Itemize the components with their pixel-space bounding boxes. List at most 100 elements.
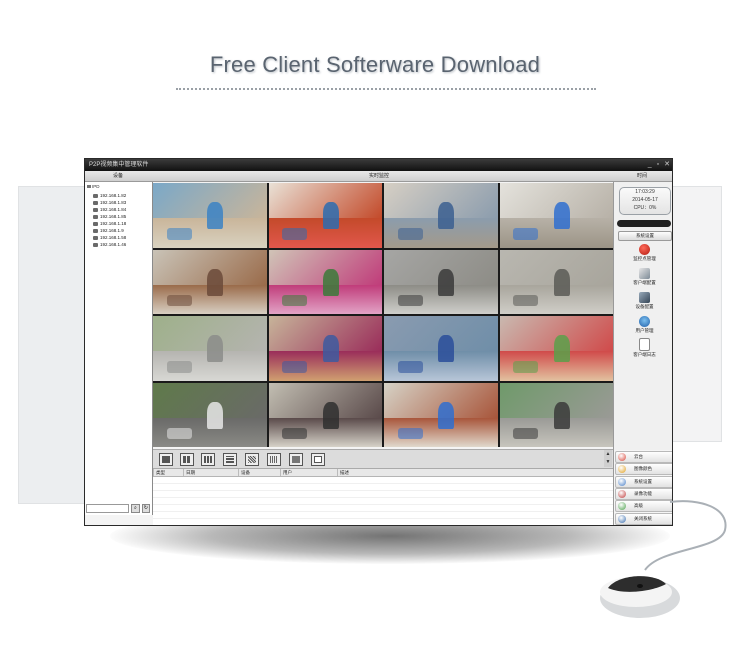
- client-config-icon: [639, 268, 650, 279]
- log-row: [153, 477, 613, 484]
- layout-25-button[interactable]: [267, 453, 281, 466]
- maximize-button[interactable]: ▫: [657, 159, 659, 171]
- layout-4-button[interactable]: [180, 453, 194, 466]
- status-bar: [617, 220, 671, 227]
- scroll-down-icon[interactable]: ▼: [604, 458, 612, 466]
- monitor-point-icon: [639, 244, 650, 255]
- tree-device-item[interactable]: 192.168.1.83: [93, 199, 126, 206]
- log-file-icon: [639, 338, 650, 351]
- tree-device-label: 192.168.1.84: [100, 207, 127, 212]
- monitor-points-label: 监控点管理: [633, 256, 656, 261]
- camera-icon: [93, 236, 98, 240]
- ptz-icon: [618, 453, 626, 461]
- tree-device-label: 192.168.1.9: [100, 228, 124, 233]
- video-channel[interactable]: [384, 316, 498, 381]
- video-channel[interactable]: [384, 382, 498, 447]
- log-row: [153, 484, 613, 491]
- layout-toolbar: [153, 449, 613, 469]
- tree-device-label: 192.168.1.58: [100, 235, 127, 240]
- layout-9-button[interactable]: [223, 453, 237, 466]
- clock-time: 17:03:29: [635, 189, 655, 195]
- minimize-button[interactable]: _: [648, 159, 652, 171]
- function-button-label: 图像颜色: [634, 466, 652, 472]
- tree-device-label: 192.168.1.18: [100, 221, 127, 226]
- devices-header: 设备: [113, 173, 124, 179]
- video-channel[interactable]: [153, 249, 267, 314]
- background-window-left: [18, 186, 86, 504]
- camera-icon: [93, 229, 98, 233]
- layout-6-button[interactable]: [201, 453, 215, 466]
- video-channel[interactable]: [153, 183, 267, 248]
- search-icon[interactable]: ⌕: [131, 504, 140, 513]
- log-row: [153, 519, 613, 525]
- log-table: [153, 477, 613, 525]
- scroll-up-icon[interactable]: ▲: [604, 450, 612, 458]
- video-channel[interactable]: [499, 316, 613, 381]
- image-color-button[interactable]: 图像颜色: [615, 463, 672, 476]
- log-row: [153, 512, 613, 519]
- clock-date: 2014-05-17: [632, 197, 658, 203]
- client-log-button[interactable]: 客户端日志: [614, 338, 672, 358]
- device-config-button[interactable]: 设备配置: [614, 292, 672, 310]
- tree-search-bar: ⌕ ↻: [86, 504, 150, 513]
- video-channel[interactable]: [268, 183, 382, 248]
- fullscreen-button[interactable]: [311, 453, 325, 466]
- layout-1-button[interactable]: [159, 453, 173, 466]
- mouse-cable: [644, 500, 727, 571]
- log-column-header: 类型: [153, 469, 165, 476]
- camera-icon: [93, 194, 98, 198]
- computer-mouse: [600, 576, 680, 618]
- log-column-header: 设备: [238, 469, 250, 476]
- banner-divider: [176, 88, 596, 90]
- device-config-label: 设备配置: [635, 304, 654, 309]
- client-window: P2P视频集中管理软件 _ ▫ ✕ 设备 实时监控 时间 IPD 192.168…: [84, 158, 673, 526]
- video-channel[interactable]: [384, 249, 498, 314]
- title-bar: P2P视频集中管理软件 _ ▫ ✕: [85, 159, 672, 171]
- log-row: [153, 505, 613, 512]
- window-title: P2P视频集中管理软件: [89, 162, 149, 168]
- live-header: 实时监控: [369, 173, 390, 179]
- tree-root-label: IPD: [92, 184, 100, 189]
- user-manage-button[interactable]: 用户管理: [614, 316, 672, 334]
- video-channel[interactable]: [268, 249, 382, 314]
- system-settings-button[interactable]: 系统设置: [618, 231, 672, 241]
- layout-16-button[interactable]: [245, 453, 259, 466]
- client-config-button[interactable]: 客户端配置: [614, 268, 672, 286]
- time-header: 时间: [637, 173, 648, 179]
- video-channel[interactable]: [499, 249, 613, 314]
- tree-root[interactable]: IPD: [87, 184, 100, 189]
- video-channel[interactable]: [268, 316, 382, 381]
- monitor-points-button[interactable]: 监控点管理: [614, 244, 672, 262]
- tree-device-label: 192.168.1.85: [100, 214, 127, 219]
- color-icon: [618, 465, 626, 474]
- video-channel[interactable]: [499, 183, 613, 248]
- tree-device-item[interactable]: 192.168.1.46: [93, 241, 126, 248]
- tree-device-item[interactable]: 192.168.1.18: [93, 220, 126, 227]
- refresh-icon[interactable]: ↻: [141, 504, 150, 513]
- tree-device-item[interactable]: 192.168.1.58: [93, 234, 126, 241]
- tree-device-label: 192.168.1.46: [100, 242, 127, 247]
- ptz-button[interactable]: 云台: [615, 451, 672, 463]
- scroll-arrows[interactable]: ▲ ▼: [604, 450, 612, 467]
- video-channel[interactable]: [153, 316, 267, 381]
- layout-36-button[interactable]: [289, 453, 303, 466]
- section-header: 设备 实时监控 时间: [85, 171, 672, 182]
- camera-icon: [93, 243, 98, 247]
- log-row: [153, 498, 613, 505]
- video-grid: [153, 183, 613, 447]
- close-button[interactable]: ✕: [664, 159, 670, 171]
- device-tree-panel: IPD 192.168.1.82 192.168.1.83 192.168.1.84…: [85, 182, 153, 515]
- tree-device-item[interactable]: 192.168.1.82: [93, 192, 126, 199]
- banner-title: Free Client Softerware Download: [209, 52, 541, 77]
- user-manage-icon: [639, 316, 650, 327]
- camera-icon: [93, 215, 98, 219]
- tree-device-item[interactable]: 192.168.1.85: [93, 213, 126, 220]
- camera-icon: [93, 201, 98, 205]
- video-channel[interactable]: [384, 183, 498, 248]
- tree-device-item[interactable]: 192.168.1.9: [93, 227, 124, 234]
- video-channel[interactable]: [268, 382, 382, 447]
- video-channel[interactable]: [153, 382, 267, 447]
- tree-search-input[interactable]: [86, 504, 130, 513]
- video-channel[interactable]: [499, 382, 613, 447]
- tree-device-item[interactable]: 192.168.1.84: [93, 206, 126, 213]
